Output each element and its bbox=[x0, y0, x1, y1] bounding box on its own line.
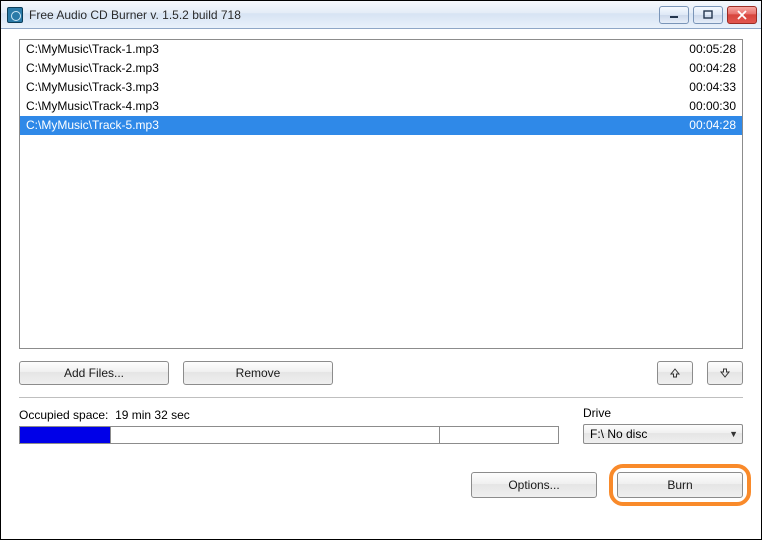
drive-label: Drive bbox=[583, 406, 743, 420]
drive-selected-value: F:\ No disc bbox=[590, 427, 647, 441]
occupied-label-text: Occupied space: bbox=[19, 408, 108, 422]
track-duration: 00:05:28 bbox=[689, 41, 736, 57]
track-duration: 00:04:33 bbox=[689, 79, 736, 95]
move-down-button[interactable] bbox=[707, 361, 743, 385]
maximize-button[interactable] bbox=[693, 6, 723, 24]
arrow-up-icon bbox=[669, 367, 681, 379]
track-duration: 00:04:28 bbox=[689, 60, 736, 76]
progress-segment bbox=[111, 427, 439, 443]
drive-select[interactable]: F:\ No disc ▼ bbox=[583, 424, 743, 444]
close-icon bbox=[737, 10, 747, 20]
progress-segment bbox=[440, 427, 558, 443]
track-duration: 00:04:28 bbox=[689, 117, 736, 133]
maximize-icon bbox=[703, 10, 713, 20]
window-controls bbox=[659, 6, 757, 24]
minimize-icon bbox=[669, 10, 679, 20]
occupied-value: 19 min 32 sec bbox=[115, 408, 190, 422]
track-row[interactable]: C:\MyMusic\Track-2.mp3 00:04:28 bbox=[20, 59, 742, 78]
track-row[interactable]: C:\MyMusic\Track-1.mp3 00:05:28 bbox=[20, 40, 742, 59]
track-path: C:\MyMusic\Track-5.mp3 bbox=[26, 117, 159, 133]
move-up-button[interactable] bbox=[657, 361, 693, 385]
minimize-button[interactable] bbox=[659, 6, 689, 24]
progress-fill bbox=[20, 427, 111, 443]
options-button[interactable]: Options... bbox=[471, 472, 597, 498]
track-path: C:\MyMusic\Track-4.mp3 bbox=[26, 98, 159, 114]
track-row[interactable]: C:\MyMusic\Track-3.mp3 00:04:33 bbox=[20, 78, 742, 97]
burn-button[interactable]: Burn bbox=[617, 472, 743, 498]
space-progress-bar bbox=[19, 426, 559, 444]
app-icon bbox=[7, 7, 23, 23]
track-path: C:\MyMusic\Track-3.mp3 bbox=[26, 79, 159, 95]
track-list[interactable]: C:\MyMusic\Track-1.mp300:05:28C:\MyMusic… bbox=[19, 39, 743, 349]
track-path: C:\MyMusic\Track-2.mp3 bbox=[26, 60, 159, 76]
chevron-down-icon: ▼ bbox=[729, 429, 738, 439]
track-path: C:\MyMusic\Track-1.mp3 bbox=[26, 41, 159, 57]
track-row[interactable]: C:\MyMusic\Track-4.mp3 00:00:30 bbox=[20, 97, 742, 116]
track-row[interactable]: C:\MyMusic\Track-5.mp3 00:04:28 bbox=[20, 116, 742, 135]
occupied-space-label: Occupied space: 19 min 32 sec bbox=[19, 408, 559, 422]
remove-button[interactable]: Remove bbox=[183, 361, 333, 385]
close-button[interactable] bbox=[727, 6, 757, 24]
track-duration: 00:00:30 bbox=[689, 98, 736, 114]
separator bbox=[19, 397, 743, 398]
add-files-button[interactable]: Add Files... bbox=[19, 361, 169, 385]
window-title: Free Audio CD Burner v. 1.5.2 build 718 bbox=[29, 8, 241, 22]
titlebar: Free Audio CD Burner v. 1.5.2 build 718 bbox=[1, 1, 761, 29]
arrow-down-icon bbox=[719, 367, 731, 379]
